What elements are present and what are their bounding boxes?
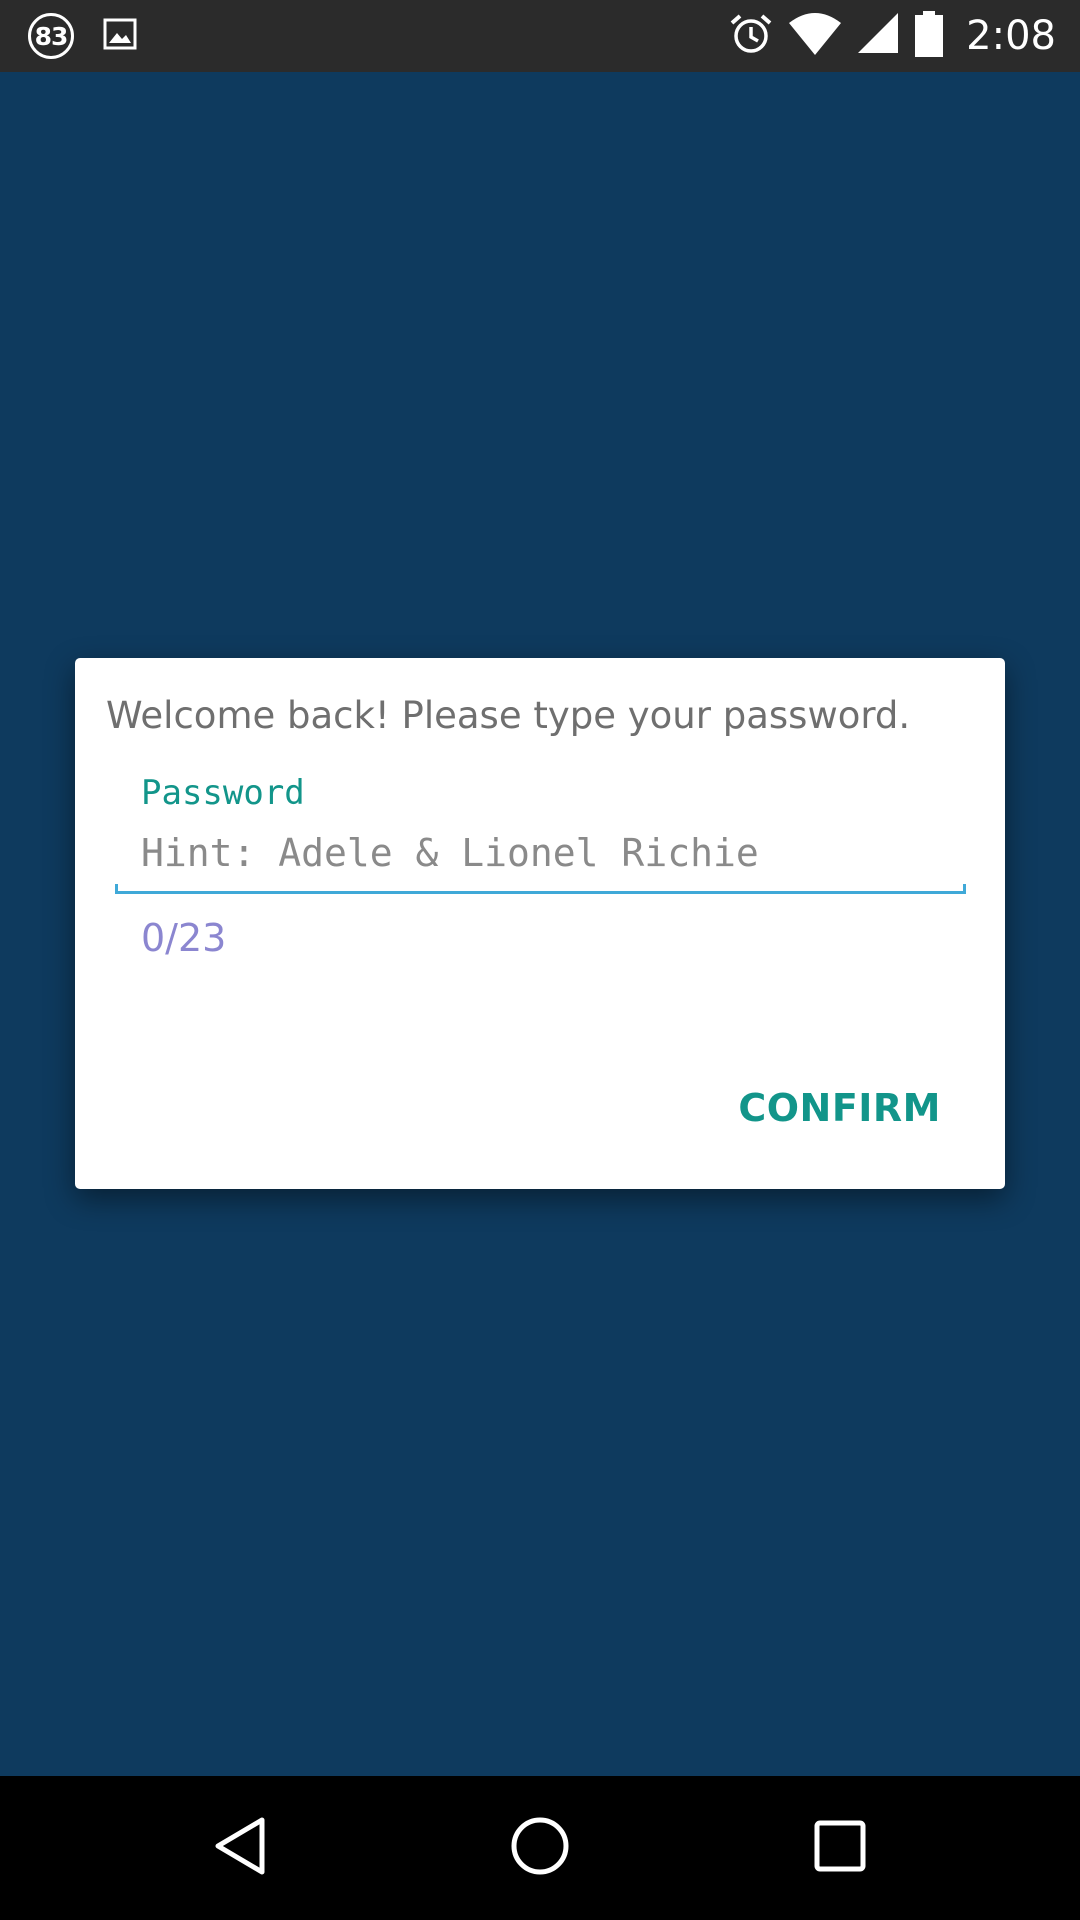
alarm-icon [728, 11, 774, 62]
home-button[interactable] [490, 1798, 590, 1898]
password-input[interactable] [115, 824, 951, 882]
back-button[interactable] [190, 1798, 290, 1898]
password-label: Password [141, 773, 305, 813]
confirm-button[interactable]: CONFIRM [732, 1078, 947, 1138]
home-icon [508, 1814, 572, 1883]
notification-area: 83 [28, 0, 138, 72]
password-underline [115, 884, 966, 894]
recents-icon [812, 1818, 868, 1879]
image-icon [102, 16, 138, 57]
system-status-area: 2:08 [728, 0, 1056, 72]
cell-signal-icon [856, 11, 900, 62]
recents-button[interactable] [790, 1798, 890, 1898]
notification-count: 83 [34, 21, 69, 51]
notification-count-badge: 83 [28, 13, 74, 59]
navigation-bar [0, 1776, 1080, 1920]
status-bar: 83 2:08 [0, 0, 1080, 72]
wifi-icon [788, 11, 842, 62]
password-dialog: Welcome back! Please type your password.… [75, 658, 1005, 1189]
battery-icon [914, 10, 944, 63]
status-clock: 2:08 [966, 13, 1056, 59]
screen: 83 2:08 Welcome back! Please type your p… [0, 0, 1080, 1920]
character-counter: 0/23 [141, 916, 227, 960]
back-icon [210, 1814, 270, 1883]
dialog-message: Welcome back! Please type your password. [106, 694, 911, 737]
